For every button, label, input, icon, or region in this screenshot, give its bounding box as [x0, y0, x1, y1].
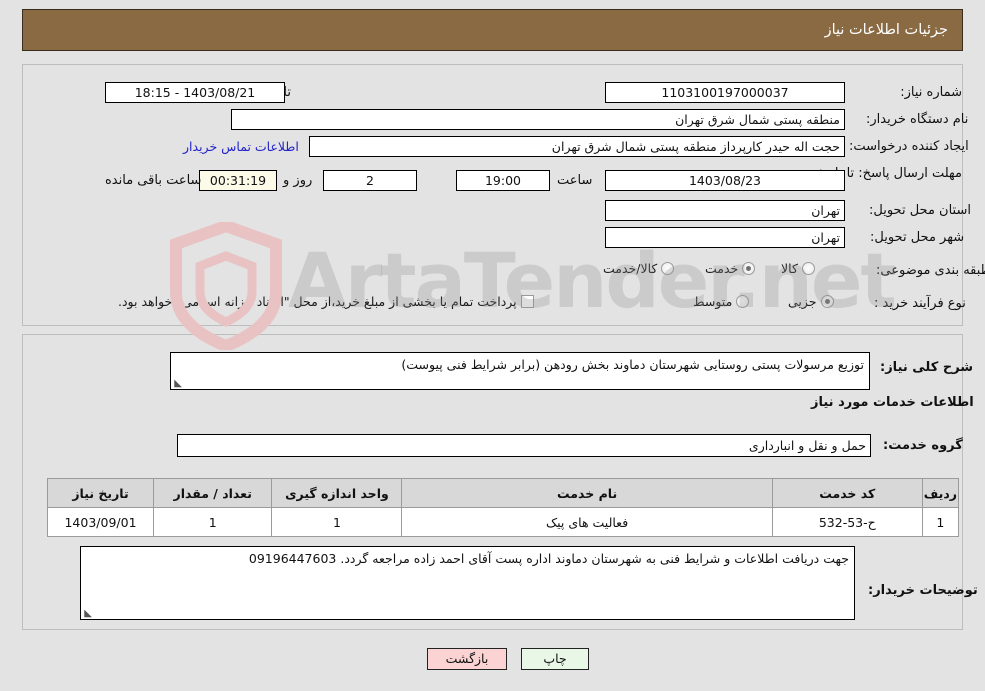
province-value: تهران [605, 200, 845, 221]
need-description-label: شرح کلی نیاز: [880, 360, 974, 375]
category-option-khedmat[interactable]: خدمت [705, 261, 756, 276]
buyer-notes-textarea[interactable]: جهت دریافت اطلاعات و شرایط فنی به شهرستا… [80, 546, 855, 620]
buyer-notes-value: جهت دریافت اطلاعات و شرایط فنی به شهرستا… [248, 551, 849, 566]
checkbox-treasury-bond[interactable] [520, 295, 534, 308]
table-header-row: ردیف کد خدمت نام خدمت واحد اندازه گیری ت… [46, 478, 960, 508]
cell-unit: 1 [271, 507, 403, 537]
service-items-table: ردیف کد خدمت نام خدمت واحد اندازه گیری ت… [46, 478, 960, 537]
deadline-days-suffix: روز و [283, 173, 313, 188]
th-need-date: تاریخ نیاز [46, 478, 155, 508]
cell-need-date: 1403/09/01 [46, 507, 155, 537]
resize-grip-icon-2[interactable]: ◣ [83, 609, 92, 619]
category-option-khedmat-label: خدمت [705, 261, 739, 276]
treasury-bond-label: پرداخت تمام یا بخشی از مبلغ خرید،از محل … [118, 294, 517, 309]
category-option-kala-khedmat-label: کالا/خدمت [603, 261, 658, 276]
radio-motevaset[interactable] [736, 295, 750, 308]
radio-jozi[interactable] [820, 295, 834, 308]
resize-grip-icon[interactable]: ◣ [173, 379, 182, 389]
treasury-bond-checkbox-row[interactable]: پرداخت تمام یا بخشی از مبلغ خرید،از محل … [118, 294, 534, 309]
purchase-type-option-jozi[interactable]: جزیی [788, 294, 834, 309]
th-service-code: کد خدمت [771, 478, 923, 508]
service-group-value[interactable]: حمل و نقل و انبارداری [177, 434, 871, 457]
radio-kala[interactable] [801, 262, 815, 275]
cell-service-name: فعالیت های پیک [401, 507, 773, 537]
need-info-panel [22, 64, 963, 326]
services-section-title: اطلاعات خدمات مورد نیاز [811, 395, 974, 410]
page-header: جزئیات اطلاعات نیاز [22, 9, 963, 51]
th-radif: ردیف [921, 478, 960, 508]
purchase-type-option-motevaset[interactable]: متوسط [693, 294, 750, 309]
deadline-label: مهلت ارسال پاسخ: تا تاریخ: [812, 166, 962, 181]
category-option-kala[interactable]: کالا [781, 261, 815, 276]
deadline-time-label: ساعت [557, 173, 593, 188]
announce-datetime-value: 1403/08/21 - 18:15 [105, 82, 285, 103]
purchase-type-label: نوع فرآیند خرید : [874, 296, 966, 311]
requester-label: ایجاد کننده درخواست: [849, 139, 969, 154]
city-label: شهر محل تحویل: [870, 230, 965, 245]
countdown-timer: 00:31:19 [199, 170, 277, 191]
buyer-org-label: نام دستگاه خریدار: [866, 112, 969, 127]
province-label: استان محل تحویل: [869, 203, 971, 218]
cell-quantity: 1 [153, 507, 273, 537]
radio-khedmat[interactable] [742, 262, 756, 275]
deadline-days-value: 2 [323, 170, 417, 191]
purchase-type-option-motevaset-label: متوسط [693, 294, 733, 309]
back-button[interactable]: بازگشت [427, 648, 507, 670]
radio-kala-khedmat[interactable] [661, 262, 675, 275]
print-button[interactable]: چاپ [521, 648, 589, 670]
buyer-contact-link[interactable]: اطلاعات تماس خریدار [183, 139, 299, 154]
purchase-type-option-jozi-label: جزیی [788, 294, 817, 309]
category-option-kala-khedmat[interactable]: کالا/خدمت [603, 261, 675, 276]
page-title: جزئیات اطلاعات نیاز [824, 22, 948, 38]
requester-value: حجت اله حیدر کارپرداز منطقه پستی شمال شر… [309, 136, 845, 157]
countdown-suffix-label: ساعت باقی مانده [105, 173, 202, 188]
city-value: تهران [605, 227, 845, 248]
need-number-label: شماره نیاز: [900, 85, 962, 100]
th-service-name: نام خدمت [401, 478, 773, 508]
service-group-label: گروه خدمت: [883, 438, 963, 453]
table-row: 1 ح-53-532 فعالیت های پیک 1 1 1403/09/01 [46, 507, 960, 537]
buyer-notes-label: توضیحات خریدار: [868, 583, 978, 598]
th-quantity: تعداد / مقدار [153, 478, 273, 508]
cell-radif: 1 [921, 507, 960, 537]
category-label: طبقه بندی موضوعی: [876, 263, 985, 278]
th-unit: واحد اندازه گیری [271, 478, 403, 508]
need-description-value: توزیع مرسولات پستی روستایی شهرستان دماون… [401, 357, 864, 372]
need-number-value: 1103100197000037 [605, 82, 845, 103]
deadline-time-value: 19:00 [456, 170, 550, 191]
need-description-textarea[interactable]: توزیع مرسولات پستی روستایی شهرستان دماون… [170, 352, 870, 390]
deadline-date-value: 1403/08/23 [605, 170, 845, 191]
buyer-org-value: منطقه پستی شمال شرق تهران [231, 109, 845, 130]
cell-service-code: ح-53-532 [771, 507, 923, 537]
category-option-kala-label: کالا [781, 261, 798, 276]
